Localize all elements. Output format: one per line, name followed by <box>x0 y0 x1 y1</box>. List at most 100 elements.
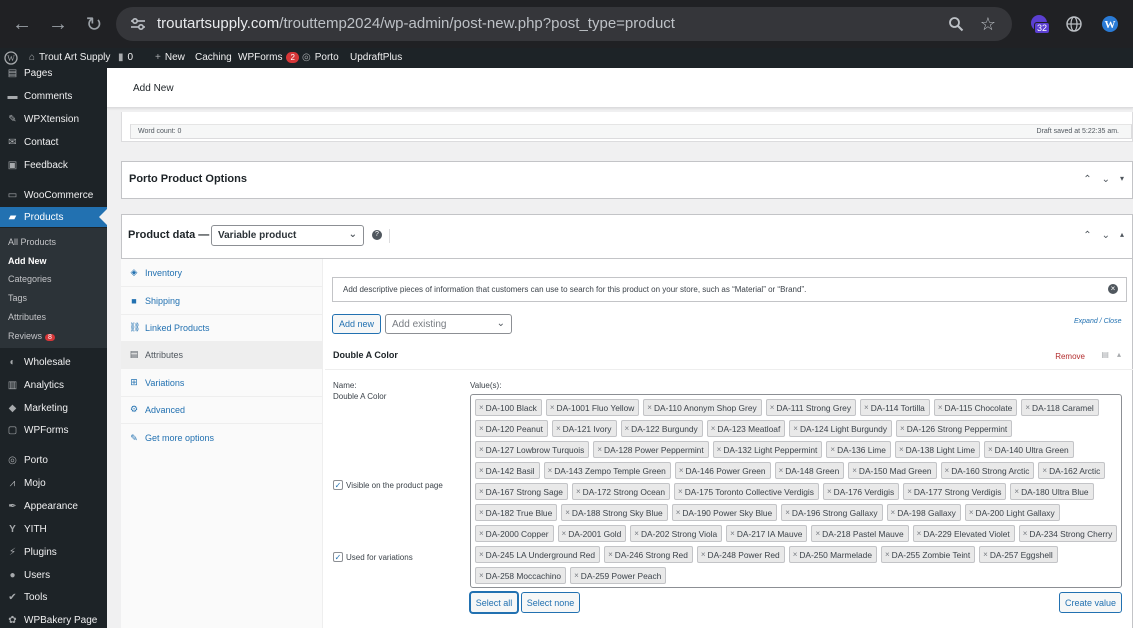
admin-bar-new[interactable]: + New <box>155 52 185 63</box>
extension-icon[interactable]: 32 <box>1030 14 1051 34</box>
expand-close-link[interactable]: Expand / Close <box>1074 318 1121 325</box>
remove-chip-icon[interactable]: × <box>550 403 555 412</box>
remove-chip-icon[interactable]: × <box>647 403 652 412</box>
value-chip[interactable]: × DA-120 Peanut <box>475 420 548 437</box>
attribute-header[interactable]: Double A Color Remove ▤ ▴ <box>325 342 1133 370</box>
value-chip[interactable]: × DA-229 Elevated Violet <box>912 525 1015 542</box>
submenu-all-products[interactable]: All Products <box>8 237 56 247</box>
value-chip[interactable]: × DA-146 Power Green <box>674 462 771 479</box>
toggle-arrow-icon[interactable]: ▾ <box>1120 174 1124 185</box>
value-chip[interactable]: × DA-148 Green <box>774 462 845 479</box>
remove-chip-icon[interactable]: × <box>701 550 706 559</box>
tab-attributes[interactable]: ▤ Attributes <box>121 341 323 369</box>
value-chip[interactable]: × DA-123 Meatloaf <box>706 420 786 437</box>
sidebar-item-feedback[interactable]: ▣ Feedback <box>0 155 107 175</box>
remove-chip-icon[interactable]: × <box>891 508 896 517</box>
value-chip[interactable]: × DA-115 Chocolate <box>933 399 1018 416</box>
tab-variations[interactable]: ⊞ Variations <box>121 369 323 397</box>
remove-chip-icon[interactable]: × <box>556 424 561 433</box>
attribute-values-field[interactable]: × DA-100 Black × DA-1001 Fluo Yellow × DA-110… <box>470 394 1122 588</box>
sidebar-item-appearance[interactable]: ✒ Appearance <box>0 496 107 516</box>
move-up-icon[interactable]: ⌃ <box>1083 174 1091 185</box>
remove-chip-icon[interactable]: × <box>907 487 912 496</box>
value-chip[interactable]: × DA-127 Lowbrow Turquois <box>475 441 590 458</box>
bookmark-star-icon[interactable]: ☆ <box>978 14 998 34</box>
value-chip[interactable]: × DA-126 Strong Peppermint <box>896 420 1013 437</box>
remove-chip-icon[interactable]: × <box>608 550 613 559</box>
remove-chip-icon[interactable]: × <box>479 445 484 454</box>
submenu-tags[interactable]: Tags <box>8 293 27 303</box>
value-chip[interactable]: × DA-160 Strong Arctic <box>940 462 1035 479</box>
zoom-icon[interactable] <box>946 14 966 34</box>
remove-chip-icon[interactable]: × <box>574 571 579 580</box>
remove-chip-icon[interactable]: × <box>793 550 798 559</box>
remove-chip-icon[interactable]: × <box>479 466 484 475</box>
remove-chip-icon[interactable]: × <box>562 529 567 538</box>
value-chip[interactable]: × DA-198 Gallaxy <box>886 504 961 521</box>
site-info-icon[interactable] <box>130 17 146 31</box>
value-chip[interactable]: × DA-182 True Blue <box>475 504 558 521</box>
collapse-arrow-icon[interactable]: ▴ <box>1117 350 1121 359</box>
sidebar-item-wpforms[interactable]: ▢ WPForms <box>0 420 107 440</box>
remove-chip-icon[interactable]: × <box>678 487 683 496</box>
tab-inventory[interactable]: ◈ Inventory <box>121 259 323 287</box>
value-chip[interactable]: × DA-111 Strong Grey <box>765 399 857 416</box>
drag-handle-icon[interactable]: ▤ <box>1101 350 1109 359</box>
remove-chip-icon[interactable]: × <box>815 529 820 538</box>
visible-checkbox[interactable]: ✓ <box>333 480 343 490</box>
sidebar-item-users[interactable]: ● Users <box>0 565 107 585</box>
value-chip[interactable]: × DA-2001 Gold <box>557 525 627 542</box>
tab-shipping[interactable]: ■ Shipping <box>121 287 323 315</box>
move-down-icon[interactable]: ⌄ <box>1102 174 1110 185</box>
forward-icon[interactable]: → <box>46 12 70 36</box>
remove-chip-icon[interactable]: × <box>885 550 890 559</box>
value-chip[interactable]: × DA-175 Toronto Collective Verdigis <box>674 483 819 500</box>
value-chip[interactable]: × DA-257 Eggshell <box>979 546 1058 563</box>
admin-bar-porto[interactable]: ◎ Porto <box>302 52 339 63</box>
remove-chip-icon[interactable]: × <box>679 466 684 475</box>
value-chip[interactable]: × DA-259 Power Peach <box>570 567 667 584</box>
remove-chip-icon[interactable]: × <box>565 508 570 517</box>
sidebar-item-yith[interactable]: Y YITH <box>0 519 107 539</box>
sidebar-item-porto[interactable]: ◎ Porto <box>0 450 107 470</box>
admin-bar-comments[interactable]: ▮ 0 <box>118 52 133 63</box>
value-chip[interactable]: × DA-180 Ultra Blue <box>1010 483 1094 500</box>
value-chip[interactable]: × DA-114 Tortilla <box>860 399 930 416</box>
remove-chip-icon[interactable]: × <box>479 424 484 433</box>
remove-chip-icon[interactable]: × <box>785 508 790 517</box>
value-chip[interactable]: × DA-188 Strong Sky Blue <box>561 504 668 521</box>
sidebar-item-wholesale[interactable]: ◐ Wholesale <box>0 352 107 372</box>
value-chip[interactable]: × DA-245 LA Underground Red <box>475 546 601 563</box>
toggle-arrow-icon[interactable]: ▴ <box>1120 230 1124 241</box>
value-chip[interactable]: × DA-124 Light Burgundy <box>789 420 893 437</box>
remove-chip-icon[interactable]: × <box>852 466 857 475</box>
value-chip[interactable]: × DA-250 Marmelade <box>788 546 877 563</box>
value-chip[interactable]: × DA-2000 Copper <box>475 525 554 542</box>
sidebar-item-tools[interactable]: ✔ Tools <box>0 587 107 607</box>
value-chip[interactable]: × DA-118 Caramel <box>1021 399 1099 416</box>
used-for-variations-checkbox[interactable]: ✓ <box>333 552 343 562</box>
value-chip[interactable]: × DA-234 Strong Cherry <box>1018 525 1118 542</box>
value-chip[interactable]: × DA-200 Light Gallaxy <box>964 504 1060 521</box>
value-chip[interactable]: × DA-142 Basil <box>475 462 540 479</box>
wp-logo-icon[interactable]: W <box>4 51 18 65</box>
remove-chip-icon[interactable]: × <box>625 424 630 433</box>
remove-chip-icon[interactable]: × <box>938 403 943 412</box>
sidebar-item-comments[interactable]: ▬ Comments <box>0 86 107 106</box>
reload-icon[interactable]: ↻ <box>82 12 106 36</box>
tab-advanced[interactable]: ⚙ Advanced <box>121 396 323 424</box>
value-chip[interactable]: × DA-255 Zombie Teint <box>880 546 976 563</box>
remove-chip-icon[interactable]: × <box>676 508 681 517</box>
value-chip[interactable]: × DA-100 Black <box>475 399 542 416</box>
value-chip[interactable]: × DA-136 Lime <box>826 441 891 458</box>
value-chip[interactable]: × DA-258 Moccachino <box>475 567 567 584</box>
product-type-select[interactable]: Variable product ⌄ <box>211 225 364 246</box>
remove-chip-icon[interactable]: × <box>597 445 602 454</box>
submenu-categories[interactable]: Categories <box>8 274 52 284</box>
select-none-button[interactable]: Select none <box>521 592 580 613</box>
value-chip[interactable]: × DA-162 Arctic <box>1038 462 1106 479</box>
close-icon[interactable]: × <box>1108 284 1118 294</box>
value-chip[interactable]: × DA-176 Verdigis <box>822 483 900 500</box>
value-chip[interactable]: × DA-132 Light Peppermint <box>712 441 823 458</box>
value-chip[interactable]: × DA-248 Power Red <box>696 546 785 563</box>
